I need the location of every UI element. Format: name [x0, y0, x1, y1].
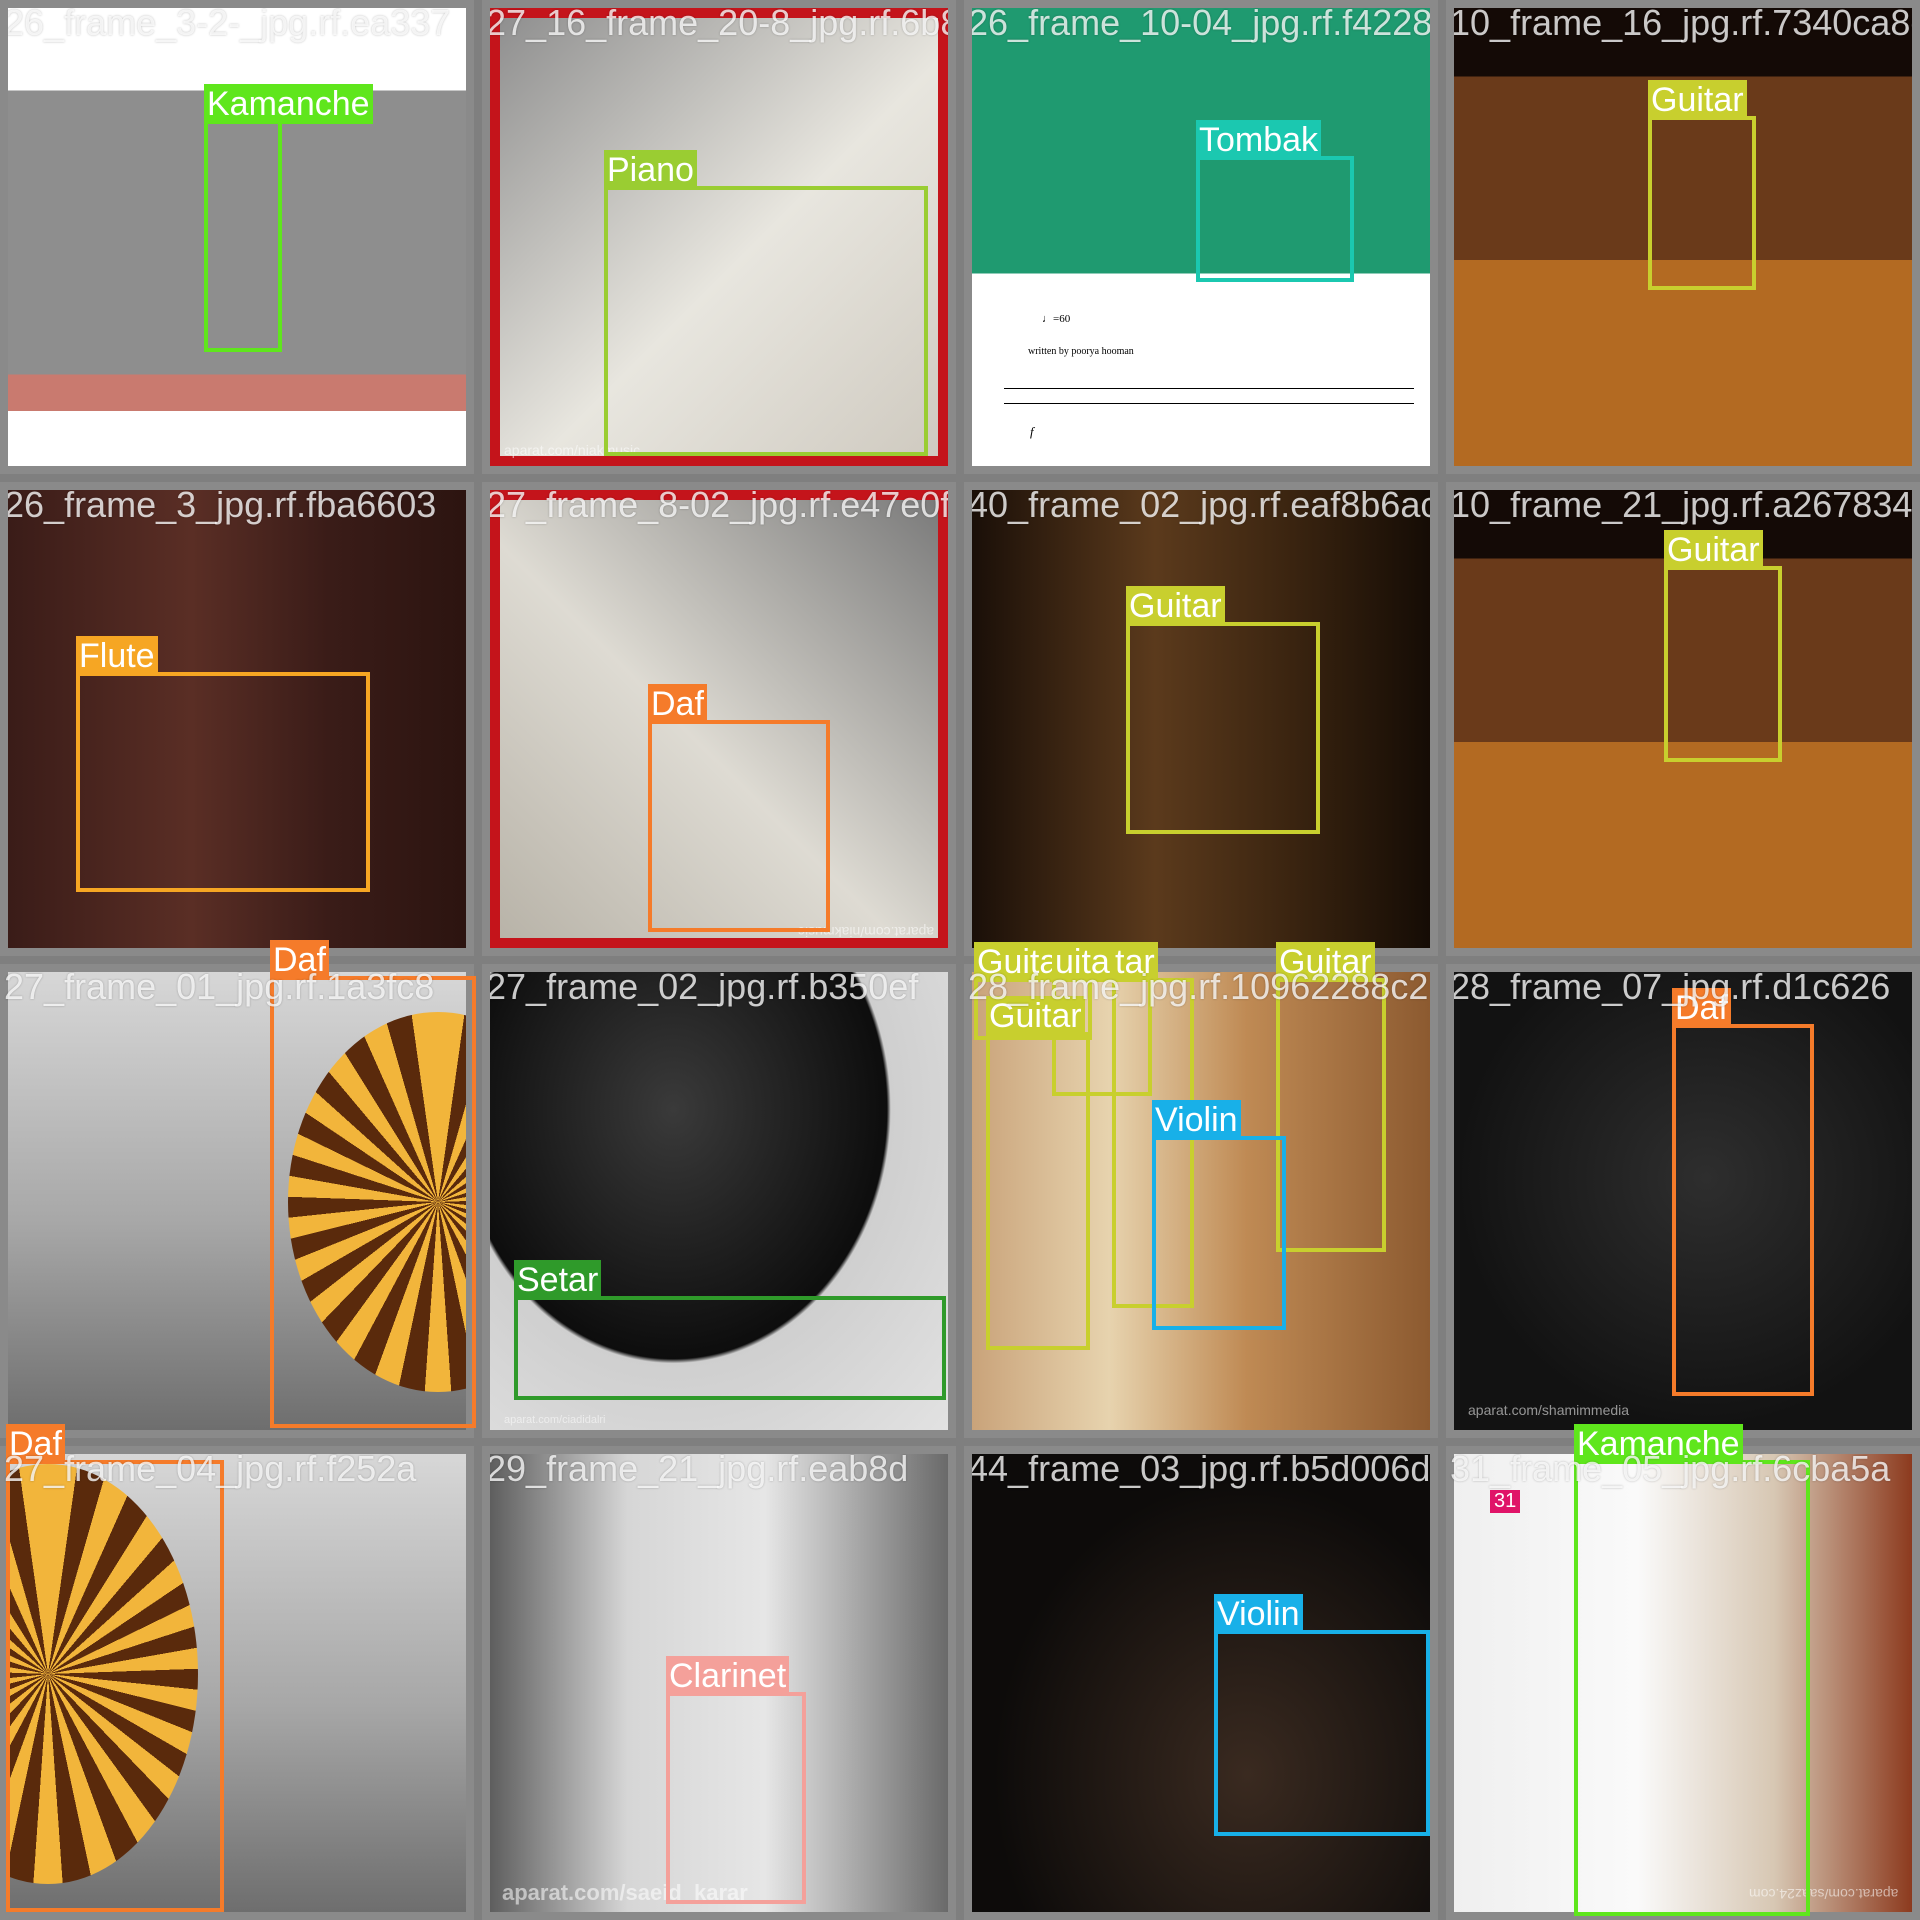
sheet-dynamic: f — [1030, 424, 1034, 439]
grid-tile[interactable]: 28_frame_jpg.rf.10962288c2 Guitar uitar … — [964, 942, 1438, 1438]
detection-label: Piano — [604, 150, 697, 190]
tile-filename: 31_frame_05_jpg.rf.6cba5a — [1450, 1448, 1891, 1489]
detection-box-violin[interactable]: Violin — [1214, 1594, 1430, 1836]
image-grid: 26_frame_3-2-_jpg.rf.ea337 Kamanche 27_1… — [0, 0, 1920, 1920]
grid-tile[interactable]: 27_16_frame_20-8_jpg.rf.6b81fe Piano apa… — [482, 0, 956, 474]
tile-filename: 40_frame_02_jpg.rf.eaf8b6ac — [968, 484, 1438, 525]
tile-filename: 10_frame_16_jpg.rf.7340ca8c8 — [1450, 2, 1920, 43]
detection-box-guitar[interactable]: Guitar — [1664, 530, 1782, 762]
channel-logo: 31 — [1490, 1490, 1521, 1513]
watermark: aparat.com/shamimmedia — [1468, 1402, 1630, 1418]
tile-filename: 27_frame_01_jpg.rf.1a3fc8 — [4, 966, 435, 1007]
detection-box-guitar[interactable]: Guitar — [986, 996, 1090, 1350]
detection-box-flute[interactable]: Flute — [76, 636, 370, 892]
grid-tile[interactable]: 27_frame_01_jpg.rf.1a3fc8 Daf — [0, 940, 476, 1438]
grid-tile[interactable]: 27_frame_04_jpg.rf.f252a Daf — [0, 1424, 474, 1920]
tile-filename: 27_frame_04_jpg.rf.f252a — [4, 1448, 417, 1489]
grid-tile[interactable]: 27_frame_8-02_jpg.rf.e47e0f Daf aparat.c… — [482, 482, 956, 956]
detection-label: Guitar — [1648, 80, 1747, 120]
detection-label: Guitar — [1126, 586, 1225, 626]
grid-tile[interactable]: 29_frame_21_jpg.rf.eab8d Clarinet aparat… — [482, 1446, 956, 1920]
detection-box-daf[interactable]: Daf — [1672, 988, 1814, 1396]
grid-tile[interactable]: 44_frame_03_jpg.rf.b5d006d Violin — [964, 1446, 1438, 1920]
detection-box-guitar[interactable]: Guitar — [1276, 942, 1386, 1252]
grid-tile[interactable]: 27_frame_02_jpg.rf.b350ef Setar aparat.c… — [482, 964, 956, 1438]
sheet-author: written by poorya hooman — [1028, 346, 1134, 357]
detection-label: Daf — [648, 684, 707, 724]
detection-label: Violin — [1152, 1100, 1241, 1140]
detection-label: Violin — [1214, 1594, 1303, 1634]
sheet-tempo: ♩=60 — [1042, 313, 1071, 325]
sheet-staff — [1004, 388, 1414, 404]
detection-label: Kamanche — [204, 84, 373, 124]
detection-label: Setar — [514, 1260, 602, 1300]
grid-tile[interactable]: 26_frame_3-2-_jpg.rf.ea337 Kamanche — [0, 0, 474, 474]
detection-label: Tombak — [1196, 120, 1322, 160]
detection-box-daf[interactable]: Daf — [6, 1424, 224, 1912]
detection-label: Guitar — [1664, 530, 1763, 570]
grid-tile[interactable]: 10_frame_21_jpg.rf.a267834d Guitar — [1446, 482, 1920, 956]
detection-box-daf[interactable]: Daf — [648, 684, 830, 932]
detection-box-setar[interactable]: Setar — [514, 1260, 946, 1400]
detection-label: Clarinet — [666, 1656, 790, 1696]
tile-filename: 27_frame_02_jpg.rf.b350ef — [486, 966, 919, 1007]
detection-box-tombak[interactable]: Tombak — [1196, 120, 1354, 282]
detection-box-violin[interactable]: Violin — [1152, 1100, 1286, 1330]
grid-tile[interactable]: 10_frame_16_jpg.rf.7340ca8c8 Guitar — [1446, 0, 1920, 474]
tile-filename: 26_frame_3_jpg.rf.fba6603 — [4, 484, 437, 525]
grid-tile[interactable]: 40_frame_02_jpg.rf.eaf8b6ac Guitar — [964, 482, 1438, 956]
detection-box-kamanche[interactable]: Kamanche — [1574, 1424, 1810, 1916]
detection-box-piano[interactable]: Piano — [604, 150, 928, 456]
tile-filename: 28_frame_jpg.rf.10962288c2 — [968, 966, 1429, 1007]
tile-filename: 44_frame_03_jpg.rf.b5d006d — [968, 1448, 1431, 1489]
tile-filename: 10_frame_21_jpg.rf.a267834d — [1450, 484, 1920, 525]
grid-tile[interactable]: 31 31_frame_05_jpg.rf.6cba5a Kamanche ap… — [1446, 1424, 1920, 1920]
tile-filename: 27_16_frame_20-8_jpg.rf.6b81fe — [486, 2, 948, 43]
detection-box-kamanche[interactable]: Kamanche — [204, 84, 373, 352]
detection-label: Flute — [76, 636, 158, 676]
grid-tile[interactable]: 28_frame_07_jpg.rf.d1c626 Daf aparat.com… — [1446, 964, 1920, 1438]
detection-box-guitar[interactable]: Guitar — [1648, 80, 1756, 290]
grid-tile[interactable]: ♩=60 written by poorya hooman f 26_frame… — [964, 0, 1438, 474]
tile-filename: 26_frame_10-04_jpg.rf.f4228 — [968, 2, 1433, 43]
grid-tile[interactable]: 26_frame_3_jpg.rf.fba6603 Flute — [0, 482, 474, 956]
tile-filename: 27_frame_8-02_jpg.rf.e47e0f — [486, 484, 951, 525]
tile-filename: 29_frame_21_jpg.rf.eab8d — [486, 1448, 909, 1489]
detection-box-clarinet[interactable]: Clarinet — [666, 1656, 806, 1904]
watermark: aparat.com/ciadidalri — [504, 1414, 606, 1426]
tile-filename: 28_frame_07_jpg.rf.d1c626 — [1450, 966, 1891, 1007]
detection-box-guitar[interactable]: Guitar — [1126, 586, 1320, 834]
tile-filename: 26_frame_3-2-_jpg.rf.ea337 — [4, 2, 451, 43]
detection-box-daf[interactable]: Daf — [270, 940, 476, 1428]
